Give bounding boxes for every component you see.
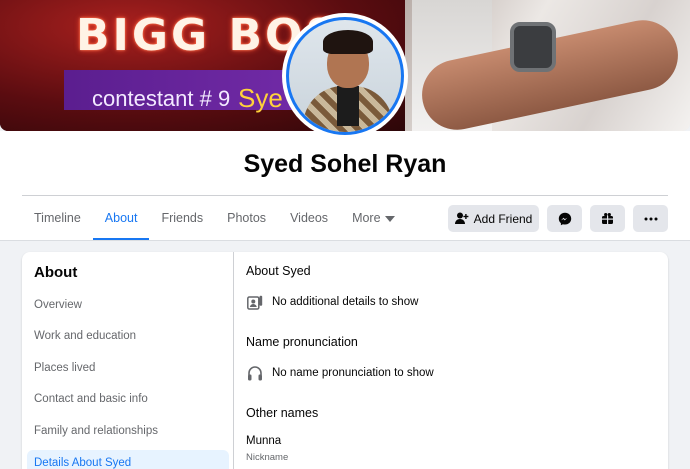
about-syed-text: No additional details to show bbox=[272, 296, 419, 308]
profile-avatar[interactable] bbox=[282, 13, 408, 139]
pronunciation-text: No name pronunciation to show bbox=[272, 367, 434, 379]
header-divider bbox=[22, 195, 668, 196]
tab-videos[interactable]: Videos bbox=[278, 197, 340, 241]
tab-more-label: More bbox=[352, 211, 381, 225]
profile-details-icon bbox=[246, 294, 263, 311]
profile-actions: Add Friend bbox=[448, 205, 668, 232]
gift-button[interactable] bbox=[590, 205, 625, 232]
tab-photos[interactable]: Photos bbox=[215, 197, 278, 241]
about-syed-title: About Syed bbox=[246, 264, 311, 278]
gift-icon bbox=[602, 213, 613, 224]
profile-name: Syed Sohel Ryan bbox=[243, 150, 447, 178]
about-card: About Overview Work and education Places… bbox=[22, 252, 668, 469]
nickname-label: Nickname bbox=[246, 452, 289, 463]
add-friend-button[interactable]: Add Friend bbox=[448, 205, 539, 232]
more-options-button[interactable] bbox=[633, 205, 668, 232]
pronunciation-row: No name pronunciation to show bbox=[246, 363, 434, 383]
tab-friends[interactable]: Friends bbox=[149, 197, 215, 241]
cover-watch bbox=[510, 22, 556, 72]
about-menu-contact-info[interactable]: Contact and basic info bbox=[27, 386, 229, 413]
header-bottom-border bbox=[0, 240, 690, 241]
caret-down-icon bbox=[384, 215, 395, 222]
about-sidebar: About Overview Work and education Places… bbox=[22, 252, 234, 469]
nickname-value: Munna bbox=[246, 435, 282, 447]
about-heading: About bbox=[34, 264, 78, 281]
more-icon bbox=[644, 217, 657, 220]
avatar-hair bbox=[323, 30, 373, 54]
avatar-image bbox=[286, 17, 404, 135]
about-menu-family[interactable]: Family and relationships bbox=[27, 418, 229, 445]
about-menu-details[interactable]: Details About Syed bbox=[27, 450, 229, 469]
add-friend-label: Add Friend bbox=[473, 211, 533, 226]
headphones-icon bbox=[246, 365, 263, 382]
tab-timeline[interactable]: Timeline bbox=[22, 197, 93, 241]
cover-subtitle-name: Sye bbox=[238, 83, 283, 113]
about-menu-places-lived[interactable]: Places lived bbox=[27, 355, 229, 382]
tab-more[interactable]: More bbox=[340, 197, 406, 241]
about-menu-work-education[interactable]: Work and education bbox=[27, 323, 229, 350]
pronunciation-title: Name pronunciation bbox=[246, 335, 358, 349]
messenger-icon bbox=[558, 212, 571, 225]
cover-subtitle-text: contestant # 9 bbox=[92, 86, 231, 111]
user-plus-icon bbox=[454, 212, 469, 224]
other-names-title: Other names bbox=[246, 406, 319, 420]
profile-tabs: Timeline About Friends Photos Videos Mor… bbox=[22, 197, 407, 241]
tab-about[interactable]: About bbox=[92, 197, 150, 241]
about-menu-overview[interactable]: Overview bbox=[27, 292, 229, 319]
message-button[interactable] bbox=[547, 205, 582, 232]
avatar-collar bbox=[337, 86, 359, 126]
about-syed-row: No additional details to show bbox=[246, 292, 418, 312]
